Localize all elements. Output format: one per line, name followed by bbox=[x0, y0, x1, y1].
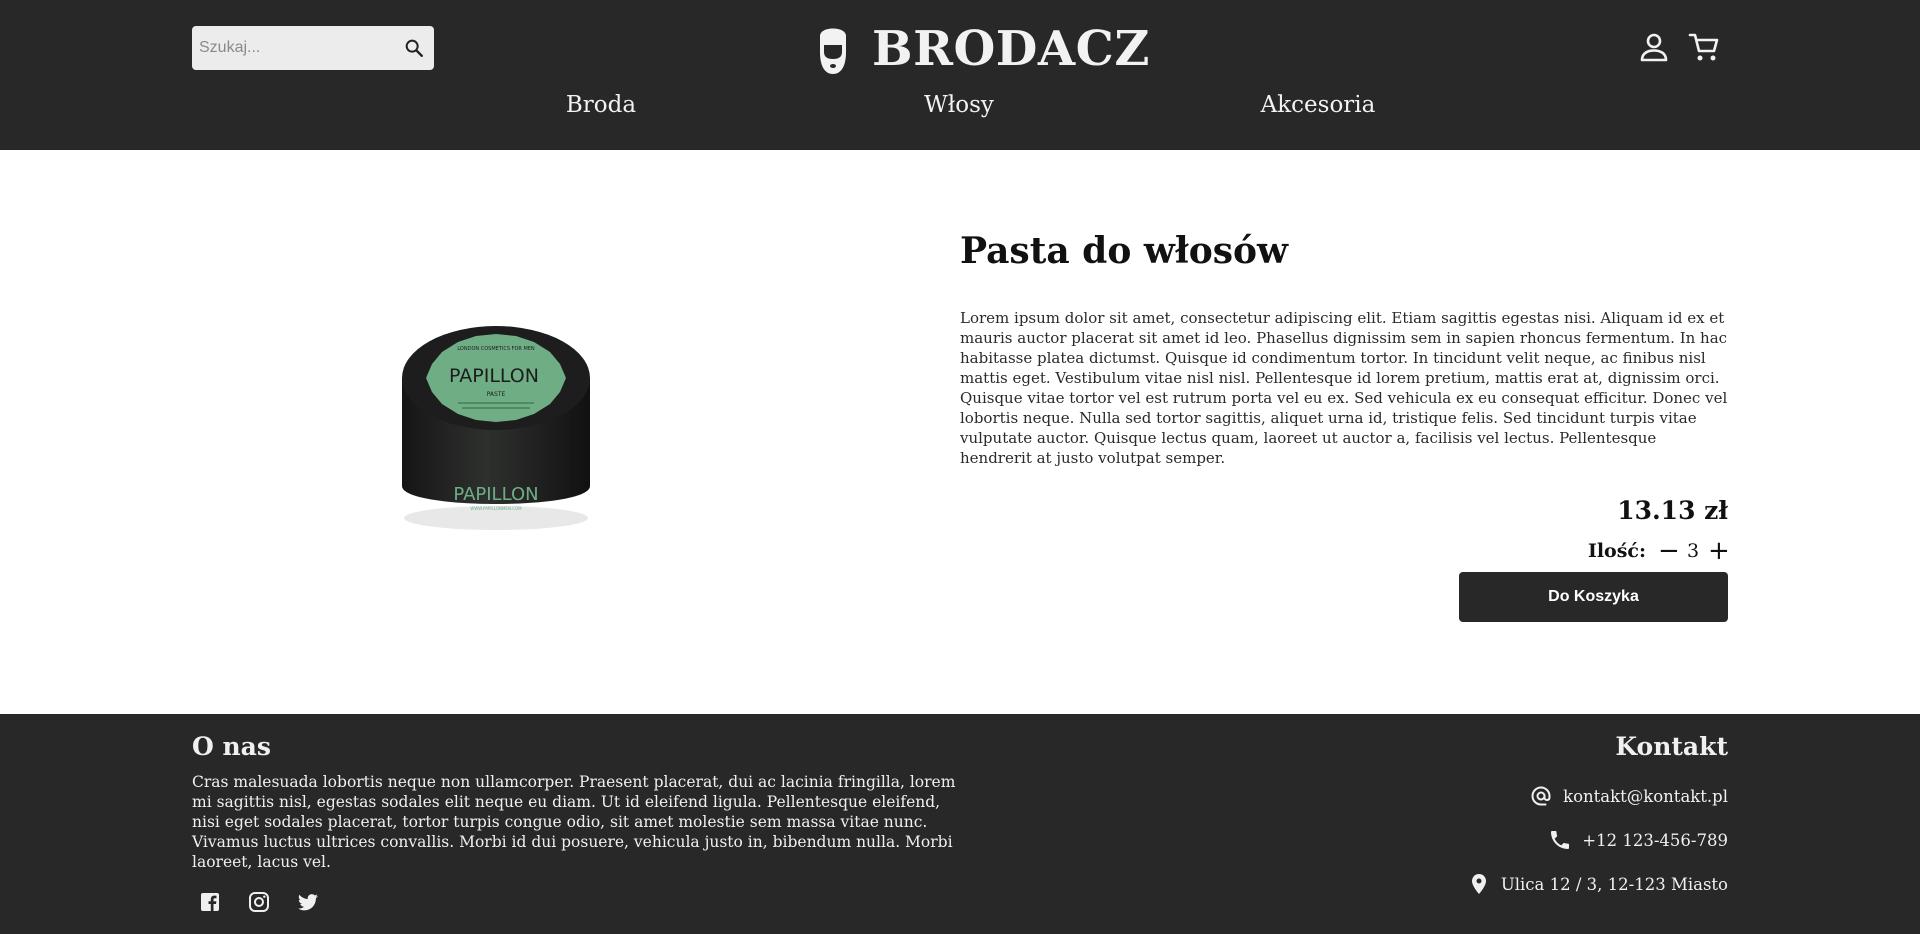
increase-quantity-button[interactable]: + bbox=[1708, 538, 1730, 564]
jar-lid-text: LONDON COSMETICS FOR MEN bbox=[457, 346, 535, 352]
nav-link-akcesoria[interactable]: Akcesoria bbox=[1261, 92, 1376, 118]
product-price: 13.13 zł bbox=[1617, 496, 1728, 525]
product-description: Lorem ipsum dolor sit amet, consectetur … bbox=[960, 309, 1728, 467]
twitter-icon[interactable] bbox=[296, 890, 320, 914]
contact-phone[interactable]: +12 123-456-789 bbox=[1548, 828, 1728, 852]
social-links bbox=[198, 890, 345, 914]
about-title: O nas bbox=[192, 732, 271, 761]
jar-brand-text: PAPILLON bbox=[449, 365, 539, 387]
search-input[interactable] bbox=[192, 28, 392, 68]
jar-url-text: WWW.PAPILLONMEN.COM bbox=[470, 506, 522, 511]
instagram-icon[interactable] bbox=[247, 890, 271, 914]
contact-email-text: kontakt@kontakt.pl bbox=[1563, 786, 1728, 806]
decrease-quantity-button[interactable]: − bbox=[1658, 538, 1680, 564]
product-image: LONDON COSMETICS FOR MEN PAPILLON PASTE … bbox=[402, 326, 590, 530]
main-nav: Broda Włosy Akcesoria bbox=[0, 92, 1920, 126]
shopping-cart-icon[interactable] bbox=[1688, 31, 1720, 63]
product-title: Pasta do włosów bbox=[960, 230, 1289, 272]
search-icon[interactable] bbox=[403, 37, 425, 59]
brand-logo[interactable]: BRODACZ bbox=[814, 20, 1150, 78]
at-sign-icon bbox=[1531, 786, 1551, 806]
facebook-icon[interactable] bbox=[198, 890, 222, 914]
bearded-man-icon bbox=[820, 28, 846, 74]
contact-address-text: Ulica 12 / 3, 12-123 Miasto bbox=[1500, 874, 1728, 894]
contact-address[interactable]: Ulica 12 / 3, 12-123 Miasto bbox=[1467, 872, 1728, 896]
phone-icon bbox=[1551, 831, 1570, 849]
contact-title: Kontakt bbox=[1615, 732, 1728, 761]
quantity-stepper: Ilość: − 3 + bbox=[1587, 536, 1730, 566]
contact-email[interactable]: kontakt@kontakt.pl bbox=[1529, 784, 1728, 808]
nav-link-broda[interactable]: Broda bbox=[566, 92, 636, 118]
user-account-icon[interactable] bbox=[1640, 32, 1668, 62]
contact-phone-text: +12 123-456-789 bbox=[1582, 830, 1728, 850]
brand-name: BRODACZ bbox=[872, 21, 1150, 77]
jar-type-text: PASTE bbox=[487, 391, 506, 398]
quantity-value: 3 bbox=[1686, 540, 1700, 562]
site-header: BRODACZ Broda Włosy Akcesoria bbox=[0, 0, 1920, 150]
site-footer: O nas Cras malesuada lobortis neque non … bbox=[0, 714, 1920, 934]
about-text: Cras malesuada lobortis neque non ullamc… bbox=[192, 773, 956, 871]
search-box bbox=[192, 26, 434, 70]
quantity-label: Ilość: bbox=[1587, 540, 1646, 562]
nav-link-wlosy[interactable]: Włosy bbox=[924, 92, 994, 118]
location-pin-icon bbox=[1471, 874, 1486, 894]
jar-body-brand-text: PAPILLON bbox=[453, 484, 538, 505]
add-to-cart-button[interactable]: Do Koszyka bbox=[1459, 572, 1728, 622]
